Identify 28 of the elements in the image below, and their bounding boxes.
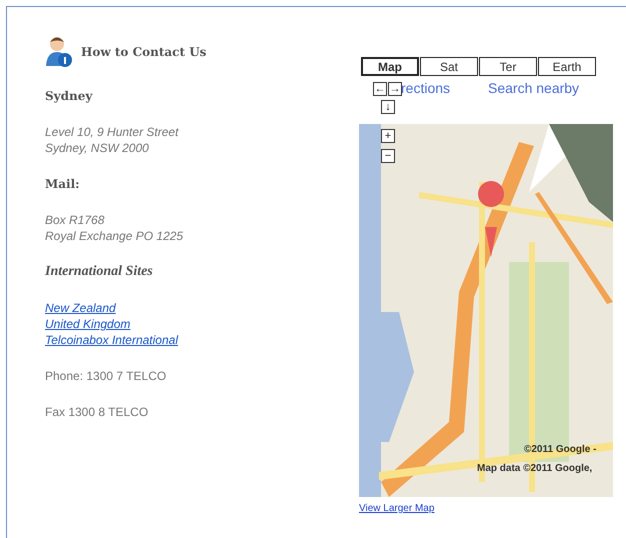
- site-link[interactable]: New Zealand: [45, 300, 116, 316]
- copyright-text: ©2011 Google -: [524, 444, 596, 455]
- view-larger-map-link[interactable]: View Larger Map: [359, 503, 434, 514]
- map-type-tab[interactable]: Sat: [420, 57, 478, 76]
- contact-text: Sydney, NSW 2000: [45, 140, 150, 156]
- contact-text: Level 10, 9 Hunter Street: [45, 124, 180, 140]
- pan-down-button[interactable]: ↓: [381, 100, 395, 114]
- directions-link[interactable]: rections: [401, 80, 450, 96]
- section-heading: International Sites: [45, 264, 154, 280]
- contact-text: Box R1768: [45, 212, 106, 228]
- map-type-tab[interactable]: Ter: [479, 57, 537, 76]
- map-type-tab[interactable]: Map: [361, 57, 419, 76]
- zoom-in-button[interactable]: +: [381, 129, 395, 143]
- contact-text: Royal Exchange PO 1225: [45, 228, 184, 244]
- section-heading: Sydney: [45, 88, 94, 104]
- contact-text: Phone: 1300 7 TELCO: [45, 368, 168, 384]
- page-title: How to Contact Us: [81, 45, 206, 59]
- zoom-out-button[interactable]: −: [381, 149, 395, 163]
- section-heading: Mail:: [45, 176, 81, 192]
- site-link[interactable]: United Kingdom: [45, 316, 130, 332]
- search-nearby-link[interactable]: Search nearby: [488, 80, 580, 96]
- contact-text: Fax 1300 8 TELCO: [45, 404, 150, 420]
- copyright-text: Map data ©2011 Google,: [477, 463, 592, 474]
- site-link[interactable]: Telcoinabox International: [45, 332, 178, 348]
- pan-right-button[interactable]: →: [388, 82, 402, 96]
- pan-left-button[interactable]: ←: [373, 82, 387, 96]
- map-type-tab[interactable]: Earth: [538, 57, 596, 76]
- contact-person-icon: [45, 36, 73, 68]
